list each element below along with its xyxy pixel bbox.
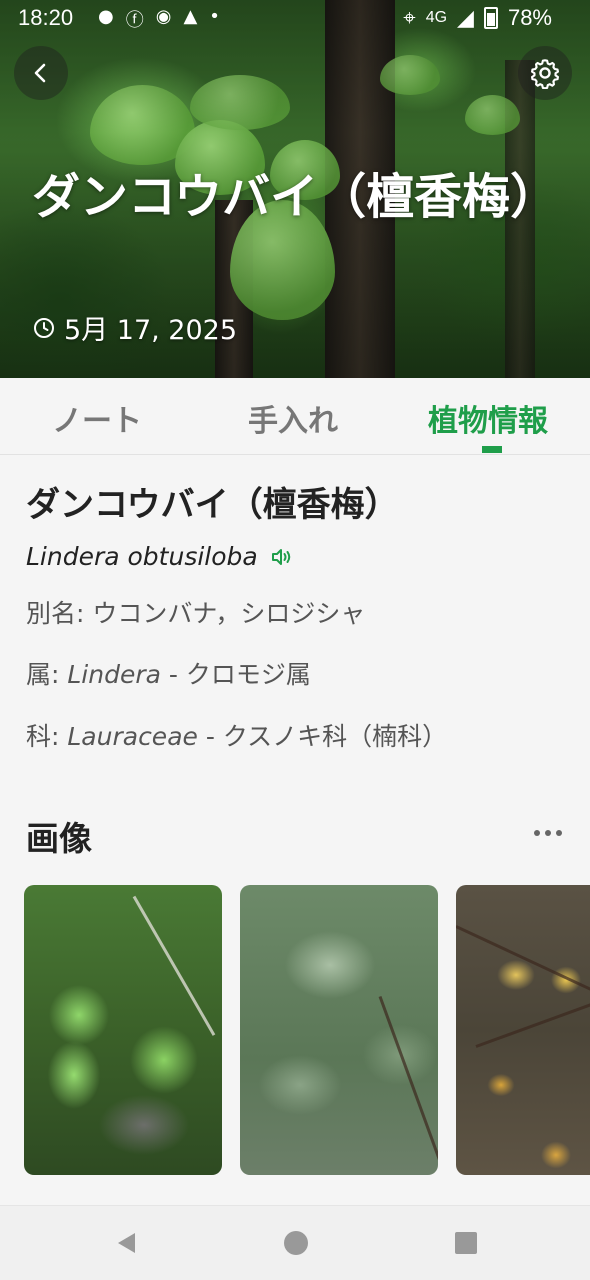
family-latin: Lauraceae [67, 722, 198, 751]
nav-recents-icon[interactable] [452, 1229, 480, 1257]
gear-icon [531, 59, 559, 89]
plant-photo-1[interactable] [24, 885, 222, 1175]
genus-japanese: - クロモジ属 [160, 660, 311, 689]
tab-bar: ノート 手入れ 植物情報 [0, 378, 590, 455]
notification-icons: ● ⓕ ◉ ▲ • [98, 6, 220, 32]
date-text: 5月 17, 2025 [64, 315, 237, 346]
dot-icon: • [209, 6, 220, 27]
person-icon: ● [98, 6, 114, 27]
speaker-icon[interactable] [270, 547, 294, 567]
system-nav-bar [0, 1205, 590, 1280]
plant-name: ダンコウバイ（檀香梅） [26, 485, 399, 525]
battery-icon [483, 7, 498, 29]
tab-notes[interactable]: ノート [52, 396, 142, 440]
warning-icon: ▲ [183, 6, 198, 27]
genus-label: 属: [26, 660, 68, 689]
back-button[interactable] [14, 46, 68, 100]
location-icon: ⌖ [403, 5, 416, 30]
family-label: 科: [26, 722, 68, 751]
network-label: 4G [425, 9, 448, 26]
nav-back-icon[interactable] [113, 1229, 141, 1257]
status-time: 18:20 [18, 5, 74, 30]
tab-plant-info[interactable]: 植物情報 [428, 396, 548, 440]
family-row: 科: Lauraceae - クスノキ科（楠科） [26, 717, 447, 753]
images-section-title: 画像 [26, 819, 92, 858]
alias-label: 別名: [26, 599, 93, 628]
hero-title: ダンコウバイ（檀香梅） [32, 169, 559, 225]
hero-date: 5月 17, 2025 [32, 308, 237, 347]
battery-percent: 78% [507, 5, 552, 30]
plant-photo-3[interactable] [456, 885, 590, 1175]
alias-row: 別名: ウコンバナ，シロジシャ [26, 594, 365, 630]
facebook-icon: ⓕ [125, 10, 144, 31]
scientific-name-row: Lindera obtusiloba [26, 542, 294, 571]
hero-banner: 18:20 ● ⓕ ◉ ▲ • ⌖ 4G ◢ 78% ダンコウバイ（檀香梅） 5… [0, 0, 590, 378]
genus-latin: Lindera [67, 660, 161, 689]
chevron-left-icon [34, 63, 46, 83]
genus-row: 属: Lindera - クロモジ属 [26, 655, 311, 691]
scientific-name: Lindera obtusiloba [26, 542, 258, 571]
nav-home-icon[interactable] [282, 1229, 310, 1257]
plant-photo-2[interactable] [240, 885, 438, 1175]
app-icon: ◉ [155, 6, 172, 27]
signal-icon: ◢ [457, 5, 474, 30]
active-tab-indicator [482, 446, 502, 453]
status-bar: 18:20 ● ⓕ ◉ ▲ • ⌖ 4G ◢ 78% [0, 0, 590, 36]
more-options-icon[interactable] [528, 818, 568, 848]
tab-care[interactable]: 手入れ [248, 396, 338, 440]
alias-value: ウコンバナ，シロジシャ [92, 599, 366, 628]
settings-button[interactable] [518, 46, 572, 100]
clock-icon [34, 317, 54, 338]
family-japanese: - クスノキ科（楠科） [197, 722, 448, 751]
